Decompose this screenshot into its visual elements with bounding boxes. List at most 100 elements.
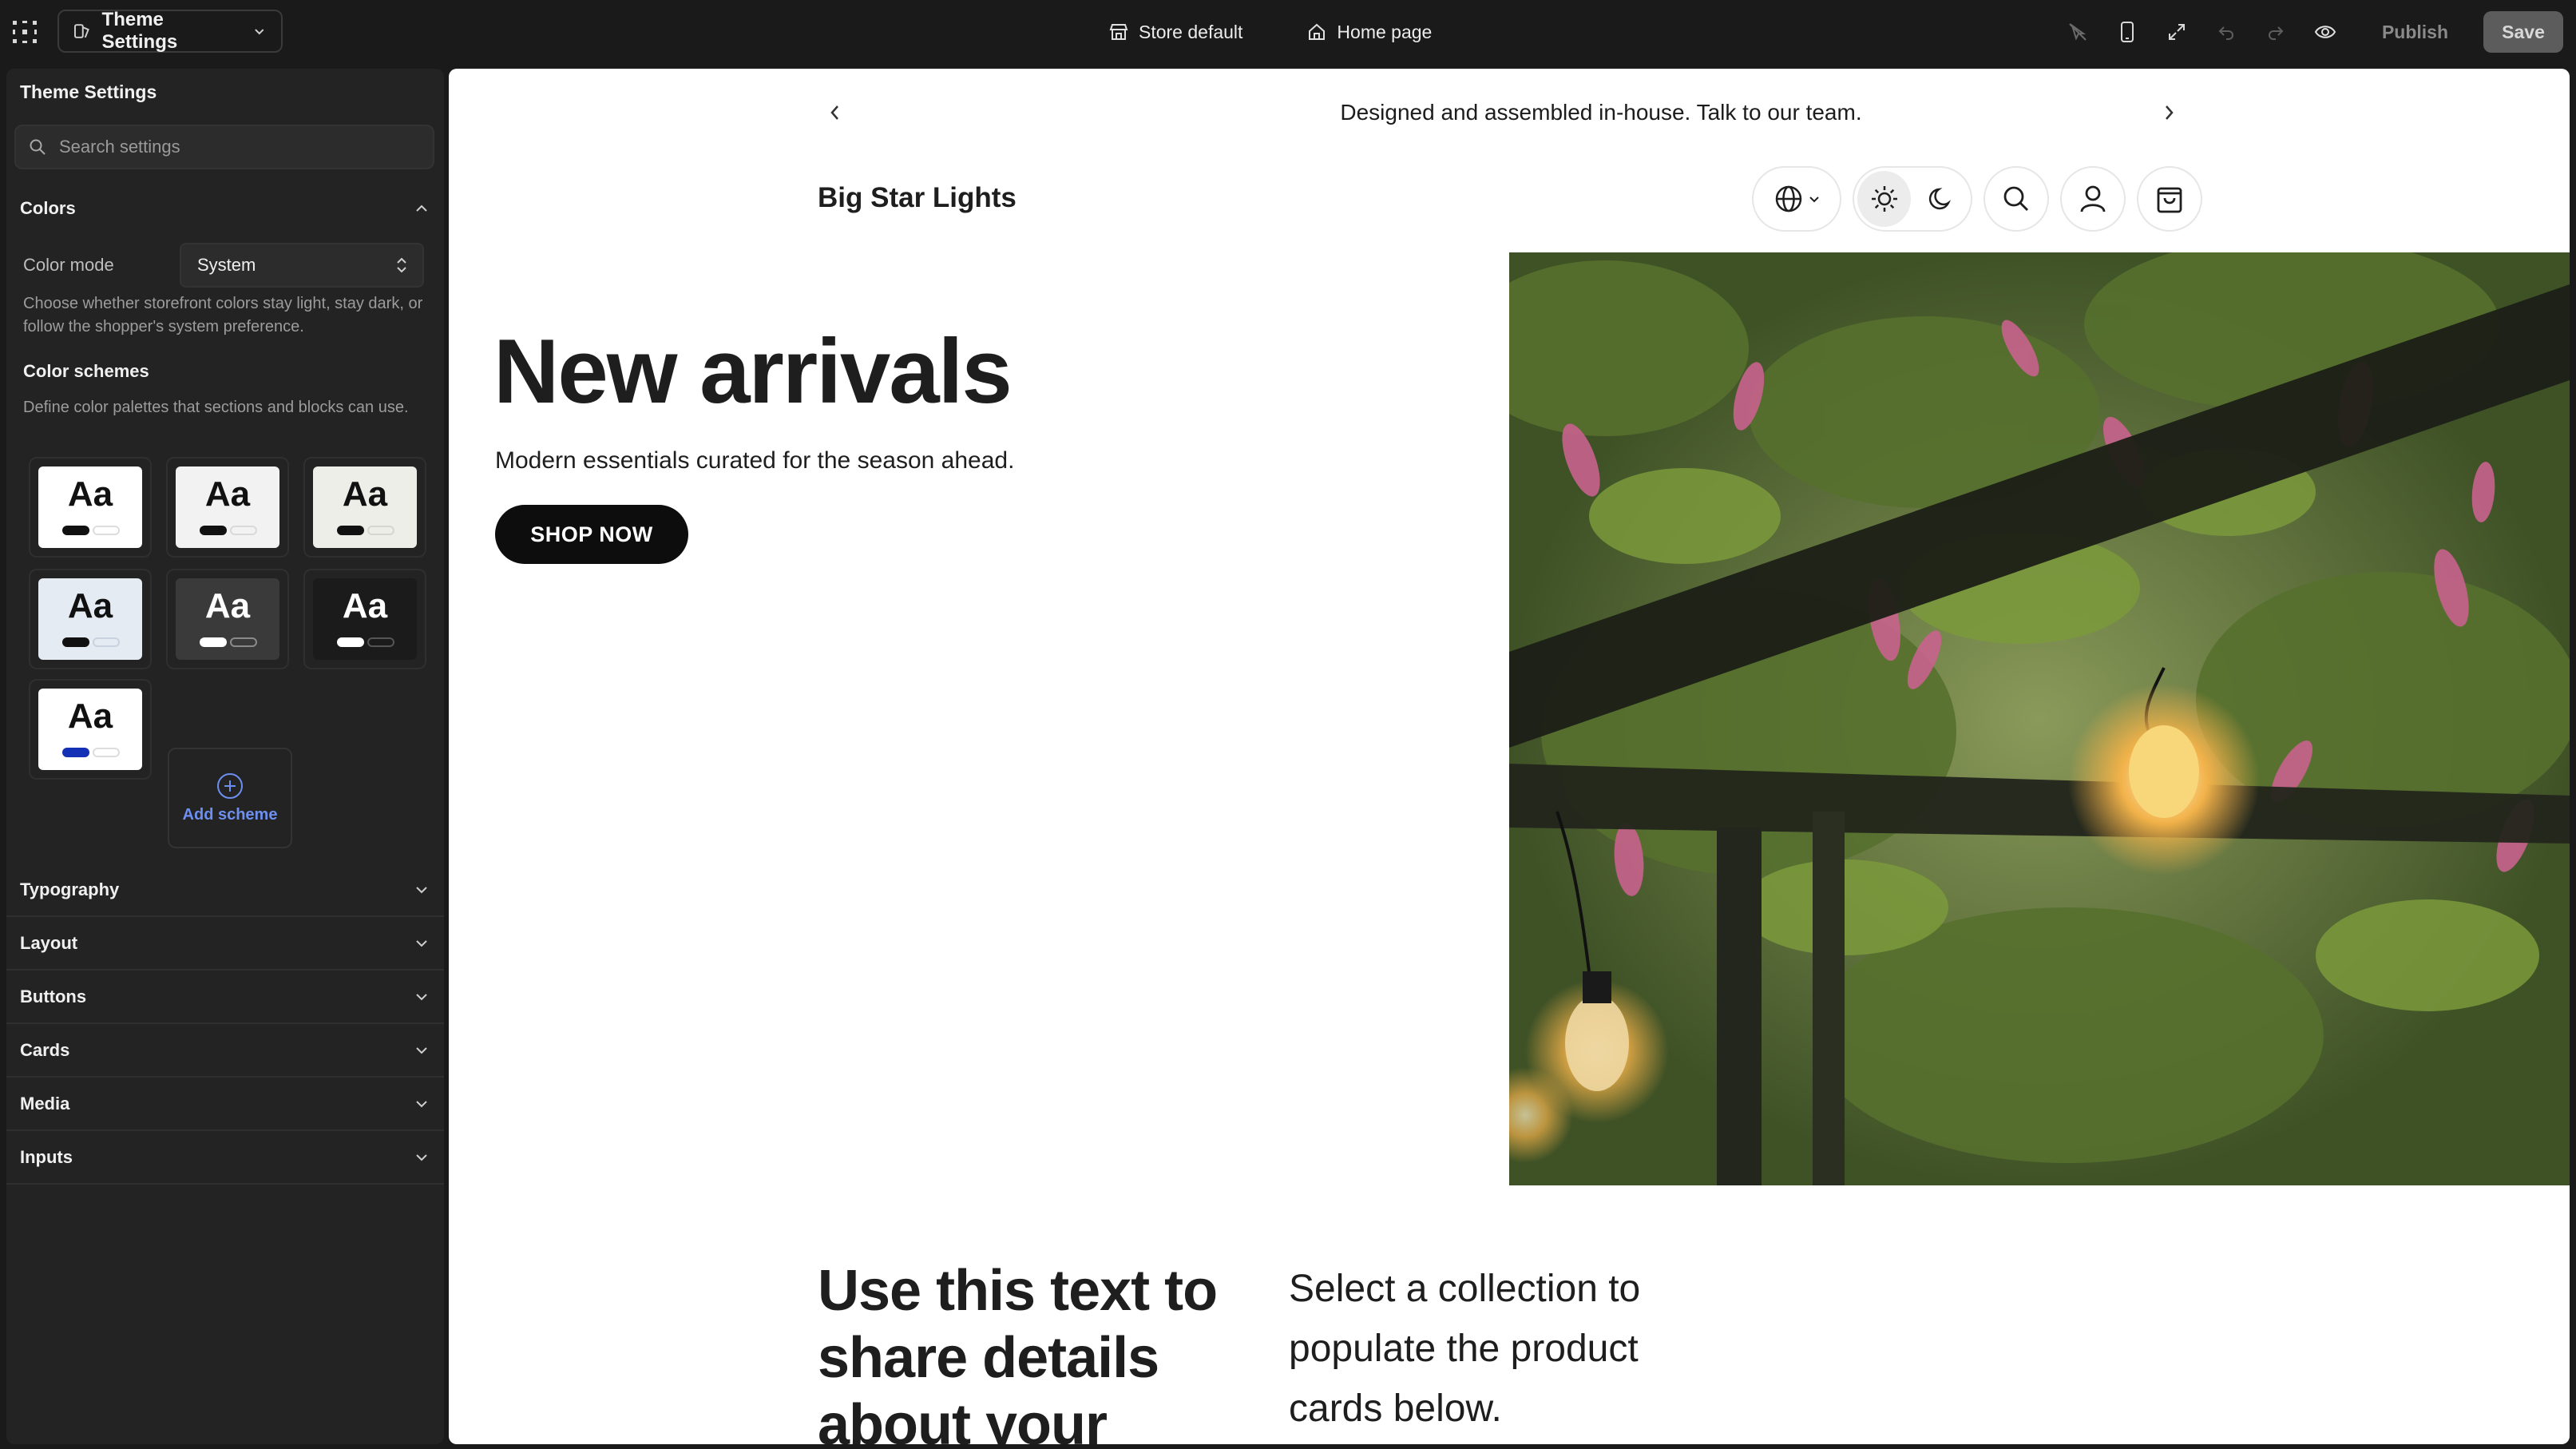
inspector-off-icon[interactable] [2066,20,2090,44]
fullscreen-icon[interactable] [2165,20,2189,44]
color-scheme-preview: Aa [38,578,142,660]
dark-mode-button[interactable] [1914,171,1968,227]
primary-button-pill [62,526,89,535]
storefront-preview: Designed and assembled in-house. Talk to… [449,69,2570,1444]
chevron-down-icon [416,887,427,894]
color-scheme-preview: Aa [313,578,417,660]
color-scheme-swatch[interactable]: Aa [166,569,289,669]
hero-image [1509,252,2570,1185]
color-scheme-swatch[interactable]: Aa [303,569,426,669]
light-mode-button[interactable] [1857,171,1911,227]
add-scheme-label: Add scheme [182,805,278,824]
theme-selector[interactable]: Theme Settings [57,9,283,53]
cart-button[interactable] [2137,166,2202,232]
preview-eye-icon[interactable] [2313,20,2337,44]
color-scheme-toggle[interactable] [1853,166,1972,232]
shopping-bag-icon [2157,187,2182,213]
primary-button-pill [200,637,227,647]
shop-now-button[interactable]: SHOP NOW [495,505,688,564]
store-selector[interactable]: Store default [1108,22,1242,43]
page-selector[interactable]: Home page [1306,22,1432,43]
section-typography-header[interactable]: Typography [6,864,444,917]
section-inputs-label: Inputs [20,1147,73,1167]
color-scheme-swatch[interactable]: Aa [29,569,152,669]
primary-button-pill [337,637,364,647]
account-button[interactable] [2060,166,2126,232]
secondary-button-pill [230,637,257,647]
theme-icon [73,24,89,38]
save-button[interactable]: Save [2483,11,2563,53]
app-logo-icon[interactable] [11,19,38,45]
mobile-view-icon[interactable] [2115,20,2139,44]
store-icon [1109,24,1128,40]
chevron-down-icon [416,1101,427,1108]
header-actions [1752,166,2202,232]
secondary-button-pill [93,637,120,647]
color-mode-label: Color mode [23,255,114,275]
section-colors-header[interactable]: Colors [6,182,444,235]
color-schemes-title: Color schemes [23,361,149,381]
section-cards-header[interactable]: Cards [6,1025,444,1078]
color-mode-help: Choose whether storefront colors stay li… [23,295,423,335]
section-layout-label: Layout [20,933,78,953]
redo-icon[interactable] [2264,20,2288,44]
section-buttons-header[interactable]: Buttons [6,971,444,1024]
color-scheme-swatch[interactable]: Aa [29,457,152,558]
chevron-left-icon[interactable] [824,101,846,125]
primary-button-pill [62,637,89,647]
plus-circle-icon [217,772,243,799]
chevron-right-icon[interactable] [2158,101,2180,125]
search-button[interactable] [1984,166,2049,232]
section-media-header[interactable]: Media [6,1078,444,1131]
chevron-down-icon [1809,197,1819,203]
color-scheme-swatch[interactable]: Aa [29,679,152,780]
globe-icon [1775,185,1802,212]
search-icon [30,139,46,155]
user-icon [2080,185,2106,212]
color-scheme-swatch[interactable]: Aa [303,457,426,558]
color-scheme-preview: Aa [176,578,279,660]
chevron-down-icon [255,29,264,35]
primary-button-pill [62,748,89,757]
publish-button[interactable]: Publish [2364,11,2466,53]
editor-topbar: Theme Settings Store default Home page P… [0,0,2576,64]
color-schemes-help: Define color palettes that sections and … [23,399,409,416]
color-scheme-preview: Aa [176,466,279,548]
chevron-down-icon [416,994,427,1001]
chevron-down-icon [416,940,427,947]
section-typography-label: Typography [20,879,120,899]
store-logo-text[interactable]: Big Star Lights [818,182,1017,214]
section-buttons-label: Buttons [20,987,87,1006]
language-selector[interactable] [1752,166,1841,232]
color-scheme-preview: Aa [38,689,142,770]
theme-selector-label: Theme Settings [101,9,178,53]
search-settings[interactable] [14,125,434,169]
color-mode-select[interactable]: System [180,243,424,288]
chevron-down-icon [416,1047,427,1054]
color-mode-row: Color mode System [23,243,430,288]
hero-subtitle: Modern essentials curated for the season… [495,447,1015,474]
color-scheme-swatch[interactable]: Aa [166,457,289,558]
select-updown-icon [397,257,406,273]
secondary-button-pill [93,526,120,535]
secondary-button-pill [367,526,394,535]
theme-settings-sidebar: Theme Settings Colors Color mode System … [6,69,444,1444]
announcement-text: Designed and assembled in-house. Talk to… [1340,100,1862,125]
collection-placeholder-text: Select a collection to populate the prod… [1289,1268,1641,1430]
color-scheme-sample-text: Aa [67,474,113,514]
section-cards-label: Cards [20,1040,70,1060]
search-input[interactable] [57,136,409,158]
text-section-heading: Use this text to share details about you… [818,1259,1218,1444]
sidebar-title: Theme Settings [20,81,157,102]
add-scheme-button[interactable]: Add scheme [168,748,292,848]
section-inputs-header[interactable]: Inputs [6,1132,444,1185]
color-scheme-sample-text: Aa [342,586,388,625]
hero-title: New arrivals [493,321,1013,423]
search-icon [2003,186,2028,211]
primary-button-pill [337,526,364,535]
color-scheme-sample-text: Aa [342,474,388,514]
section-layout-header[interactable]: Layout [6,918,444,971]
undo-icon[interactable] [2214,20,2238,44]
section-colors-label: Colors [20,198,76,218]
color-scheme-preview: Aa [38,466,142,548]
